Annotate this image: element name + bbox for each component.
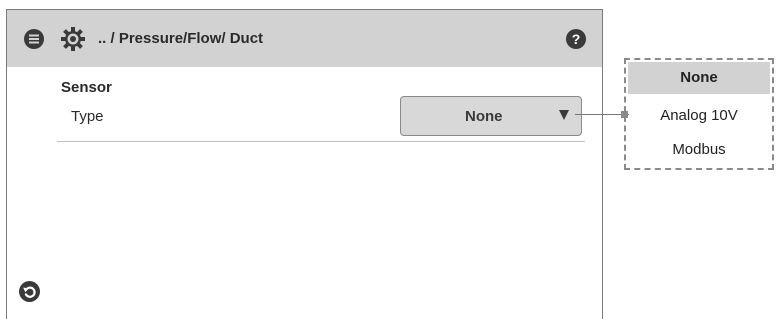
- back-arrow-icon[interactable]: [19, 281, 40, 302]
- help-glyph: ?: [572, 31, 581, 47]
- option-none[interactable]: None: [626, 69, 772, 86]
- header-bar: .. / Pressure/Flow/ Duct ?: [7, 10, 602, 67]
- dropdown-options: None Analog 10V Modbus: [624, 58, 774, 170]
- gear-icon[interactable]: [59, 25, 87, 53]
- help-icon[interactable]: ?: [566, 29, 586, 49]
- divider: [57, 141, 585, 142]
- caret-down-icon: [559, 110, 569, 120]
- section-title: Sensor: [61, 79, 112, 96]
- option-modbus[interactable]: Modbus: [626, 141, 772, 158]
- sensor-type-select[interactable]: None: [400, 96, 582, 136]
- device-screen: .. / Pressure/Flow/ Duct ? Sensor Type N…: [6, 9, 603, 319]
- select-value: None: [465, 108, 503, 125]
- option-analog-10v[interactable]: Analog 10V: [626, 107, 772, 124]
- breadcrumb[interactable]: .. / Pressure/Flow/ Duct: [98, 30, 263, 47]
- menu-icon[interactable]: [24, 29, 44, 49]
- type-label: Type: [71, 108, 104, 125]
